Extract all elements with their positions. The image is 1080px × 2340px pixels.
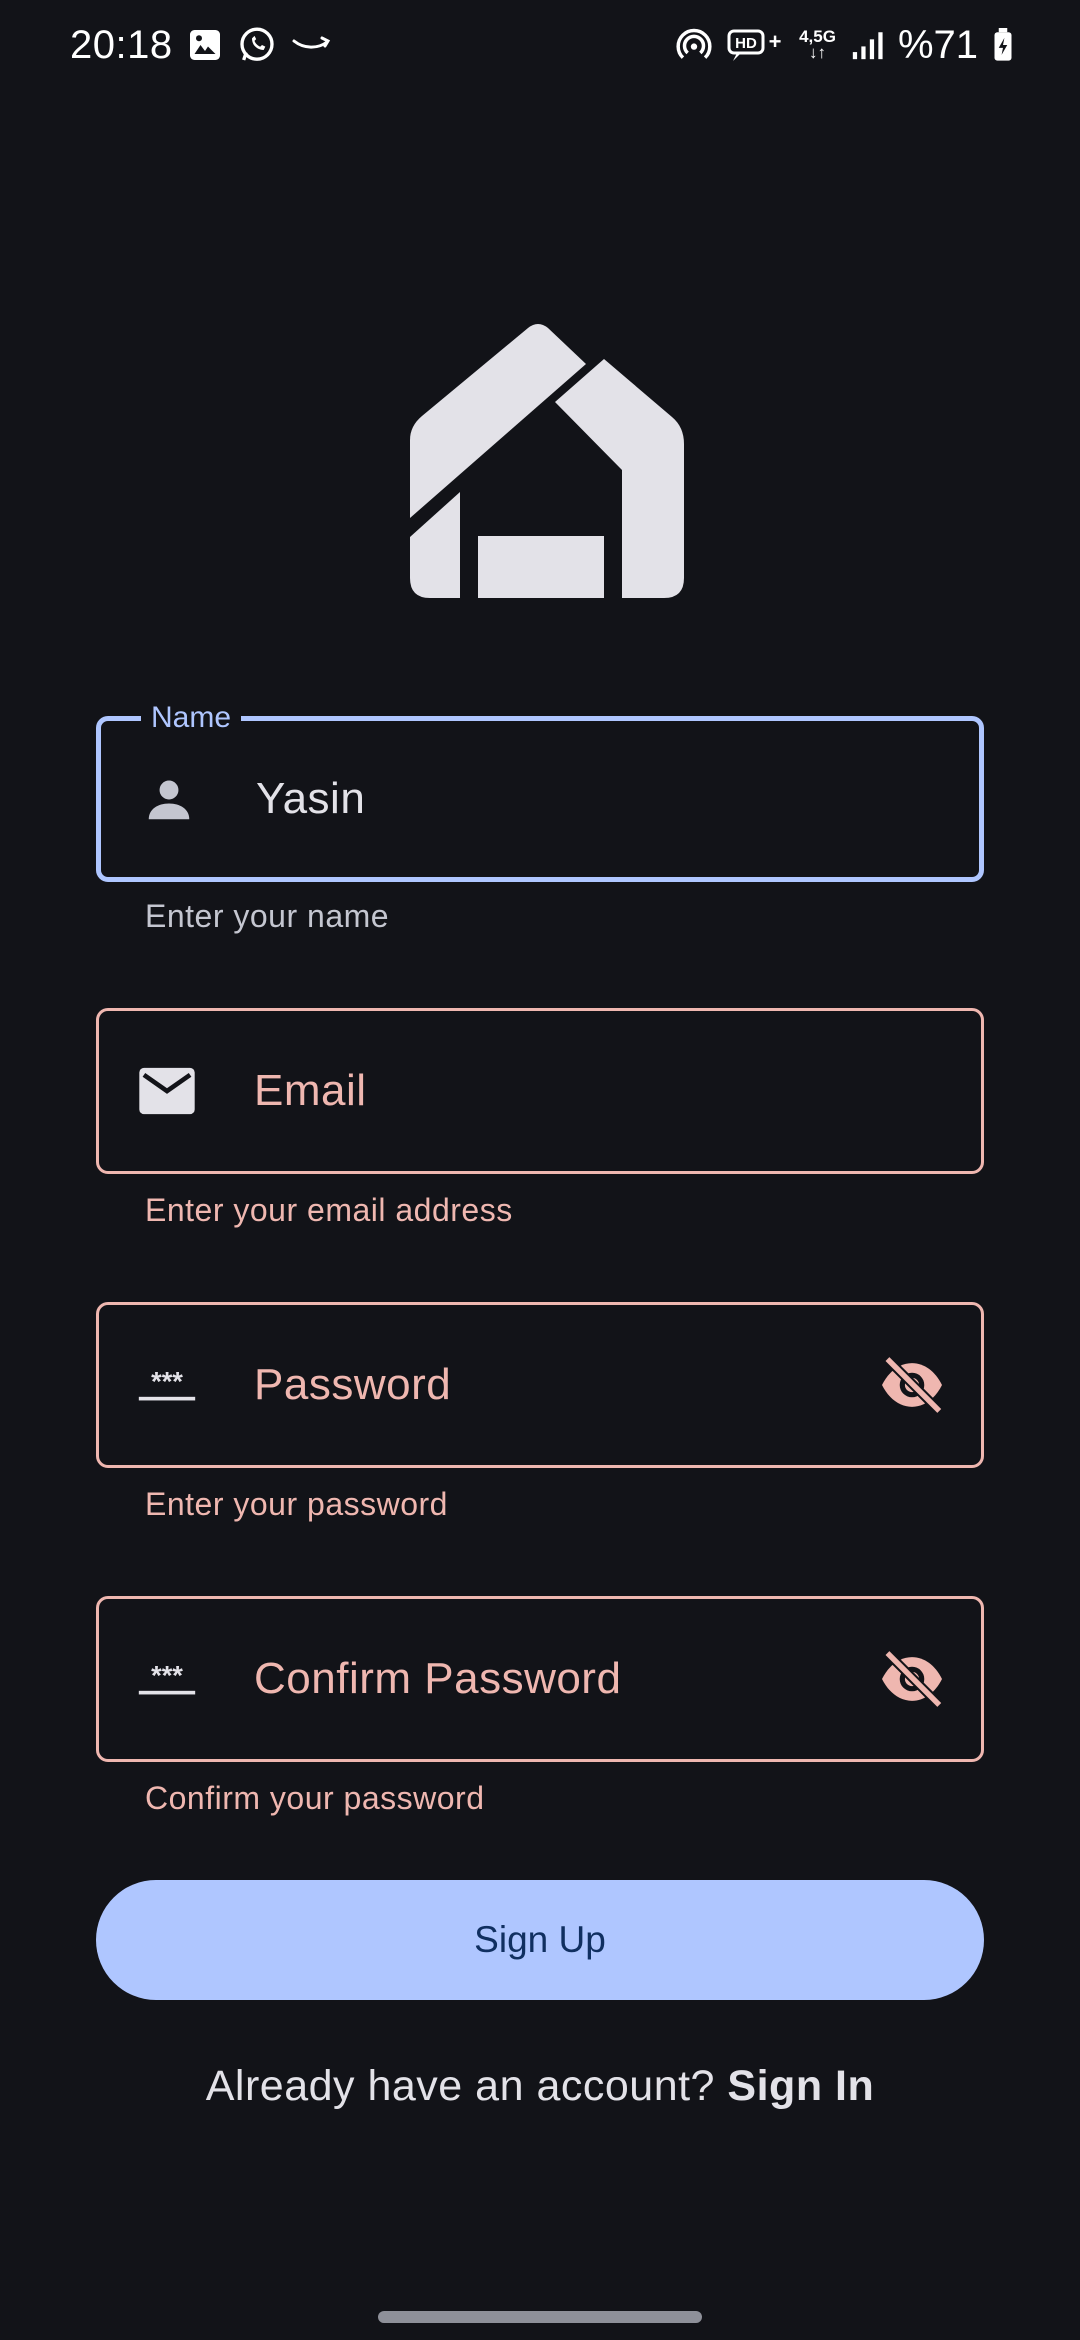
hd-voice-icon: HD +	[727, 27, 785, 63]
sign-in-prompt-text: Already have an account?	[205, 2062, 715, 2110]
name-input[interactable]: Yasin	[256, 774, 365, 824]
signal-icon	[850, 28, 884, 62]
email-input[interactable]: Email	[254, 1066, 367, 1116]
sign-in-prompt: Already have an account? Sign In	[0, 2062, 1080, 2111]
svg-text:***: ***	[151, 1365, 183, 1396]
name-field[interactable]: Name Yasin	[96, 701, 984, 882]
network-icon: 4,5G ↓↑	[799, 28, 836, 62]
name-field-label: Name	[141, 701, 242, 735]
battery-percent: %71	[897, 22, 978, 67]
email-field[interactable]: Email	[96, 1008, 984, 1174]
confirm-password-field[interactable]: *** Confirm Password	[96, 1596, 984, 1762]
signup-screen: 20:18 HD + 4,5G ↓↑ %71 Name Yasin Enter …	[0, 0, 1080, 2340]
status-bar: 20:18 HD + 4,5G ↓↑ %71	[0, 0, 1080, 90]
svg-text:HD: HD	[735, 35, 757, 52]
amazon-icon	[291, 33, 331, 57]
password-field[interactable]: *** Password	[96, 1302, 984, 1468]
clock: 20:18	[70, 22, 173, 67]
confirm-password-helper-text: Confirm your password	[145, 1780, 485, 1816]
svg-text:+: +	[769, 29, 782, 54]
password-icon: ***	[137, 1649, 197, 1709]
password-helper-text: Enter your password	[145, 1486, 448, 1522]
visibility-off-icon[interactable]	[877, 1644, 947, 1714]
password-input[interactable]: Password	[254, 1360, 451, 1410]
sign-in-link[interactable]: Sign In	[727, 2062, 874, 2110]
password-icon: ***	[137, 1355, 197, 1415]
battery-icon	[992, 28, 1014, 62]
svg-text:***: ***	[151, 1659, 183, 1690]
home-logo-icon	[398, 322, 684, 598]
network-arrows-label: ↓↑	[809, 43, 826, 62]
name-helper-text: Enter your name	[145, 898, 390, 934]
whatsapp-icon	[237, 25, 277, 65]
email-helper-text: Enter your email address	[145, 1192, 513, 1228]
status-bar-right: HD + 4,5G ↓↑ %71	[675, 23, 1014, 68]
mail-icon	[137, 1061, 197, 1121]
visibility-off-icon[interactable]	[877, 1350, 947, 1420]
status-bar-left: 20:18	[70, 23, 331, 68]
hotspot-icon	[675, 26, 713, 64]
person-icon	[139, 769, 199, 829]
sign-up-button[interactable]: Sign Up	[96, 1880, 984, 2000]
confirm-password-input[interactable]: Confirm Password	[254, 1654, 621, 1704]
image-icon	[187, 27, 223, 63]
gesture-nav-handle[interactable]	[378, 2311, 702, 2323]
